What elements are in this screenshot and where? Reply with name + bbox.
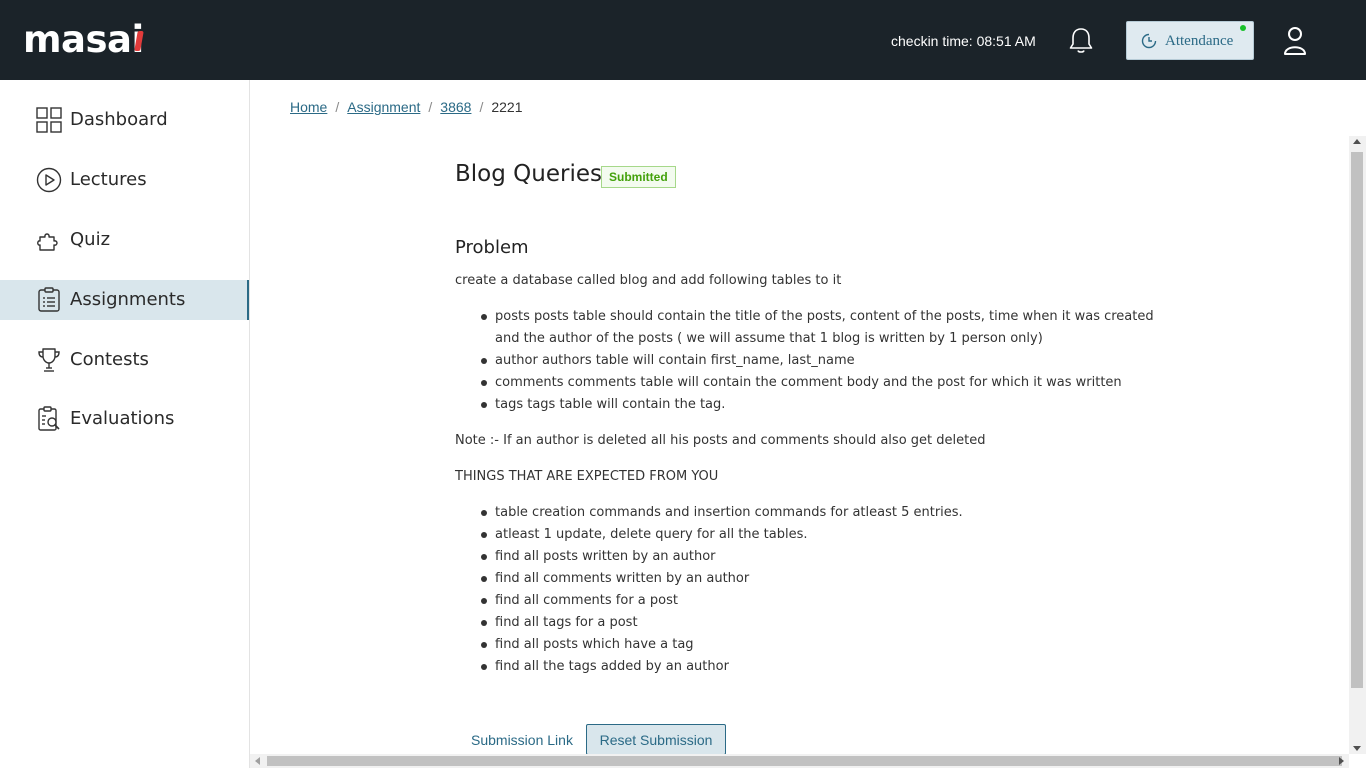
breadcrumb-home[interactable]: Home	[290, 99, 327, 115]
sidebar-item-quiz[interactable]: Quiz	[0, 220, 249, 260]
breadcrumb-separator: /	[428, 99, 433, 115]
list-item: find all comments written by an author	[455, 568, 1155, 590]
reset-submission-button[interactable]: Reset Submission	[586, 724, 726, 755]
list-item: find all tags for a post	[455, 612, 1155, 634]
dashboard-icon	[36, 107, 62, 133]
sidebar-item-label: Contests	[70, 349, 149, 370]
sidebar-item-label: Evaluations	[70, 408, 175, 429]
list-item: tags tags table will contain the tag.	[455, 394, 1155, 416]
list-item: author authors table will contain first_…	[455, 350, 1155, 372]
sidebar-item-dashboard[interactable]: Dashboard	[0, 100, 249, 140]
checkin-time: checkin time: 08:51 AM	[891, 33, 1036, 49]
horizontal-scrollbar[interactable]	[250, 754, 1349, 768]
list-item: find all comments for a post	[455, 590, 1155, 612]
attendance-button[interactable]: Attendance	[1126, 21, 1254, 60]
clipboard-icon	[38, 287, 60, 312]
breadcrumb-assignment[interactable]: Assignment	[347, 99, 420, 115]
trophy-icon	[38, 348, 60, 372]
list-item: find all the tags added by an author	[455, 656, 1155, 678]
problem-intro: create a database called blog and add fo…	[455, 273, 842, 288]
attendance-label: Attendance	[1165, 33, 1234, 49]
breadcrumb-separator: /	[479, 99, 484, 115]
breadcrumb-current: 2221	[491, 99, 523, 115]
expected-list: table creation commands and insertion co…	[455, 502, 1155, 678]
report-icon	[38, 406, 60, 431]
scroll-right-arrow-icon[interactable]	[1339, 757, 1344, 765]
sidebar-item-assignments[interactable]: Assignments	[0, 280, 249, 320]
scroll-left-arrow-icon[interactable]	[255, 757, 260, 765]
page-title: Blog Queries	[455, 161, 602, 187]
sidebar: Dashboard Lectures Quiz Assignments Cont…	[0, 80, 250, 768]
tables-list: posts posts table should contain the tit…	[455, 306, 1155, 416]
puzzle-icon	[37, 233, 58, 251]
scrollbar-thumb[interactable]	[267, 756, 1342, 766]
list-item: find all posts written by an author	[455, 546, 1155, 568]
sidebar-item-evaluations[interactable]: Evaluations	[0, 399, 249, 439]
sidebar-item-label: Quiz	[70, 229, 111, 250]
submission-link-button[interactable]: Submission Link	[471, 730, 573, 750]
sidebar-item-contests[interactable]: Contests	[0, 340, 249, 380]
masai-logo[interactable]: masai	[23, 18, 144, 62]
top-bar: masai checkin time: 08:51 AM Attendance	[0, 0, 1366, 80]
list-item: comments comments table will contain the…	[455, 372, 1155, 394]
play-icon	[36, 167, 62, 193]
scroll-down-arrow-icon[interactable]	[1353, 746, 1361, 751]
scroll-up-arrow-icon[interactable]	[1353, 139, 1361, 144]
user-icon[interactable]	[1283, 26, 1307, 56]
clock-icon	[1141, 33, 1157, 49]
sidebar-item-label: Dashboard	[70, 109, 168, 130]
bell-icon[interactable]	[1066, 26, 1096, 56]
expected-heading: THINGS THAT ARE EXPECTED FROM YOU	[455, 469, 719, 484]
list-item: atleast 1 update, delete query for all t…	[455, 524, 1155, 546]
list-item: find all posts which have a tag	[455, 634, 1155, 656]
list-item: table creation commands and insertion co…	[455, 502, 1155, 524]
breadcrumb-separator: /	[335, 99, 340, 115]
logo-text: masai	[23, 18, 144, 61]
note-text: Note :- If an author is deleted all his …	[455, 433, 986, 448]
status-badge: Submitted	[601, 166, 676, 188]
scrollbar-thumb[interactable]	[1351, 152, 1363, 688]
sidebar-item-label: Lectures	[70, 169, 147, 190]
breadcrumb: Home / Assignment / 3868 / 2221	[290, 98, 523, 116]
sidebar-item-lectures[interactable]: Lectures	[0, 160, 249, 200]
vertical-scrollbar[interactable]	[1349, 136, 1366, 754]
list-item: posts posts table should contain the tit…	[455, 306, 1155, 350]
sidebar-item-label: Assignments	[70, 289, 186, 310]
attendance-status-dot	[1240, 25, 1246, 31]
section-heading: Problem	[455, 237, 529, 258]
breadcrumb-course-id[interactable]: 3868	[440, 99, 471, 115]
